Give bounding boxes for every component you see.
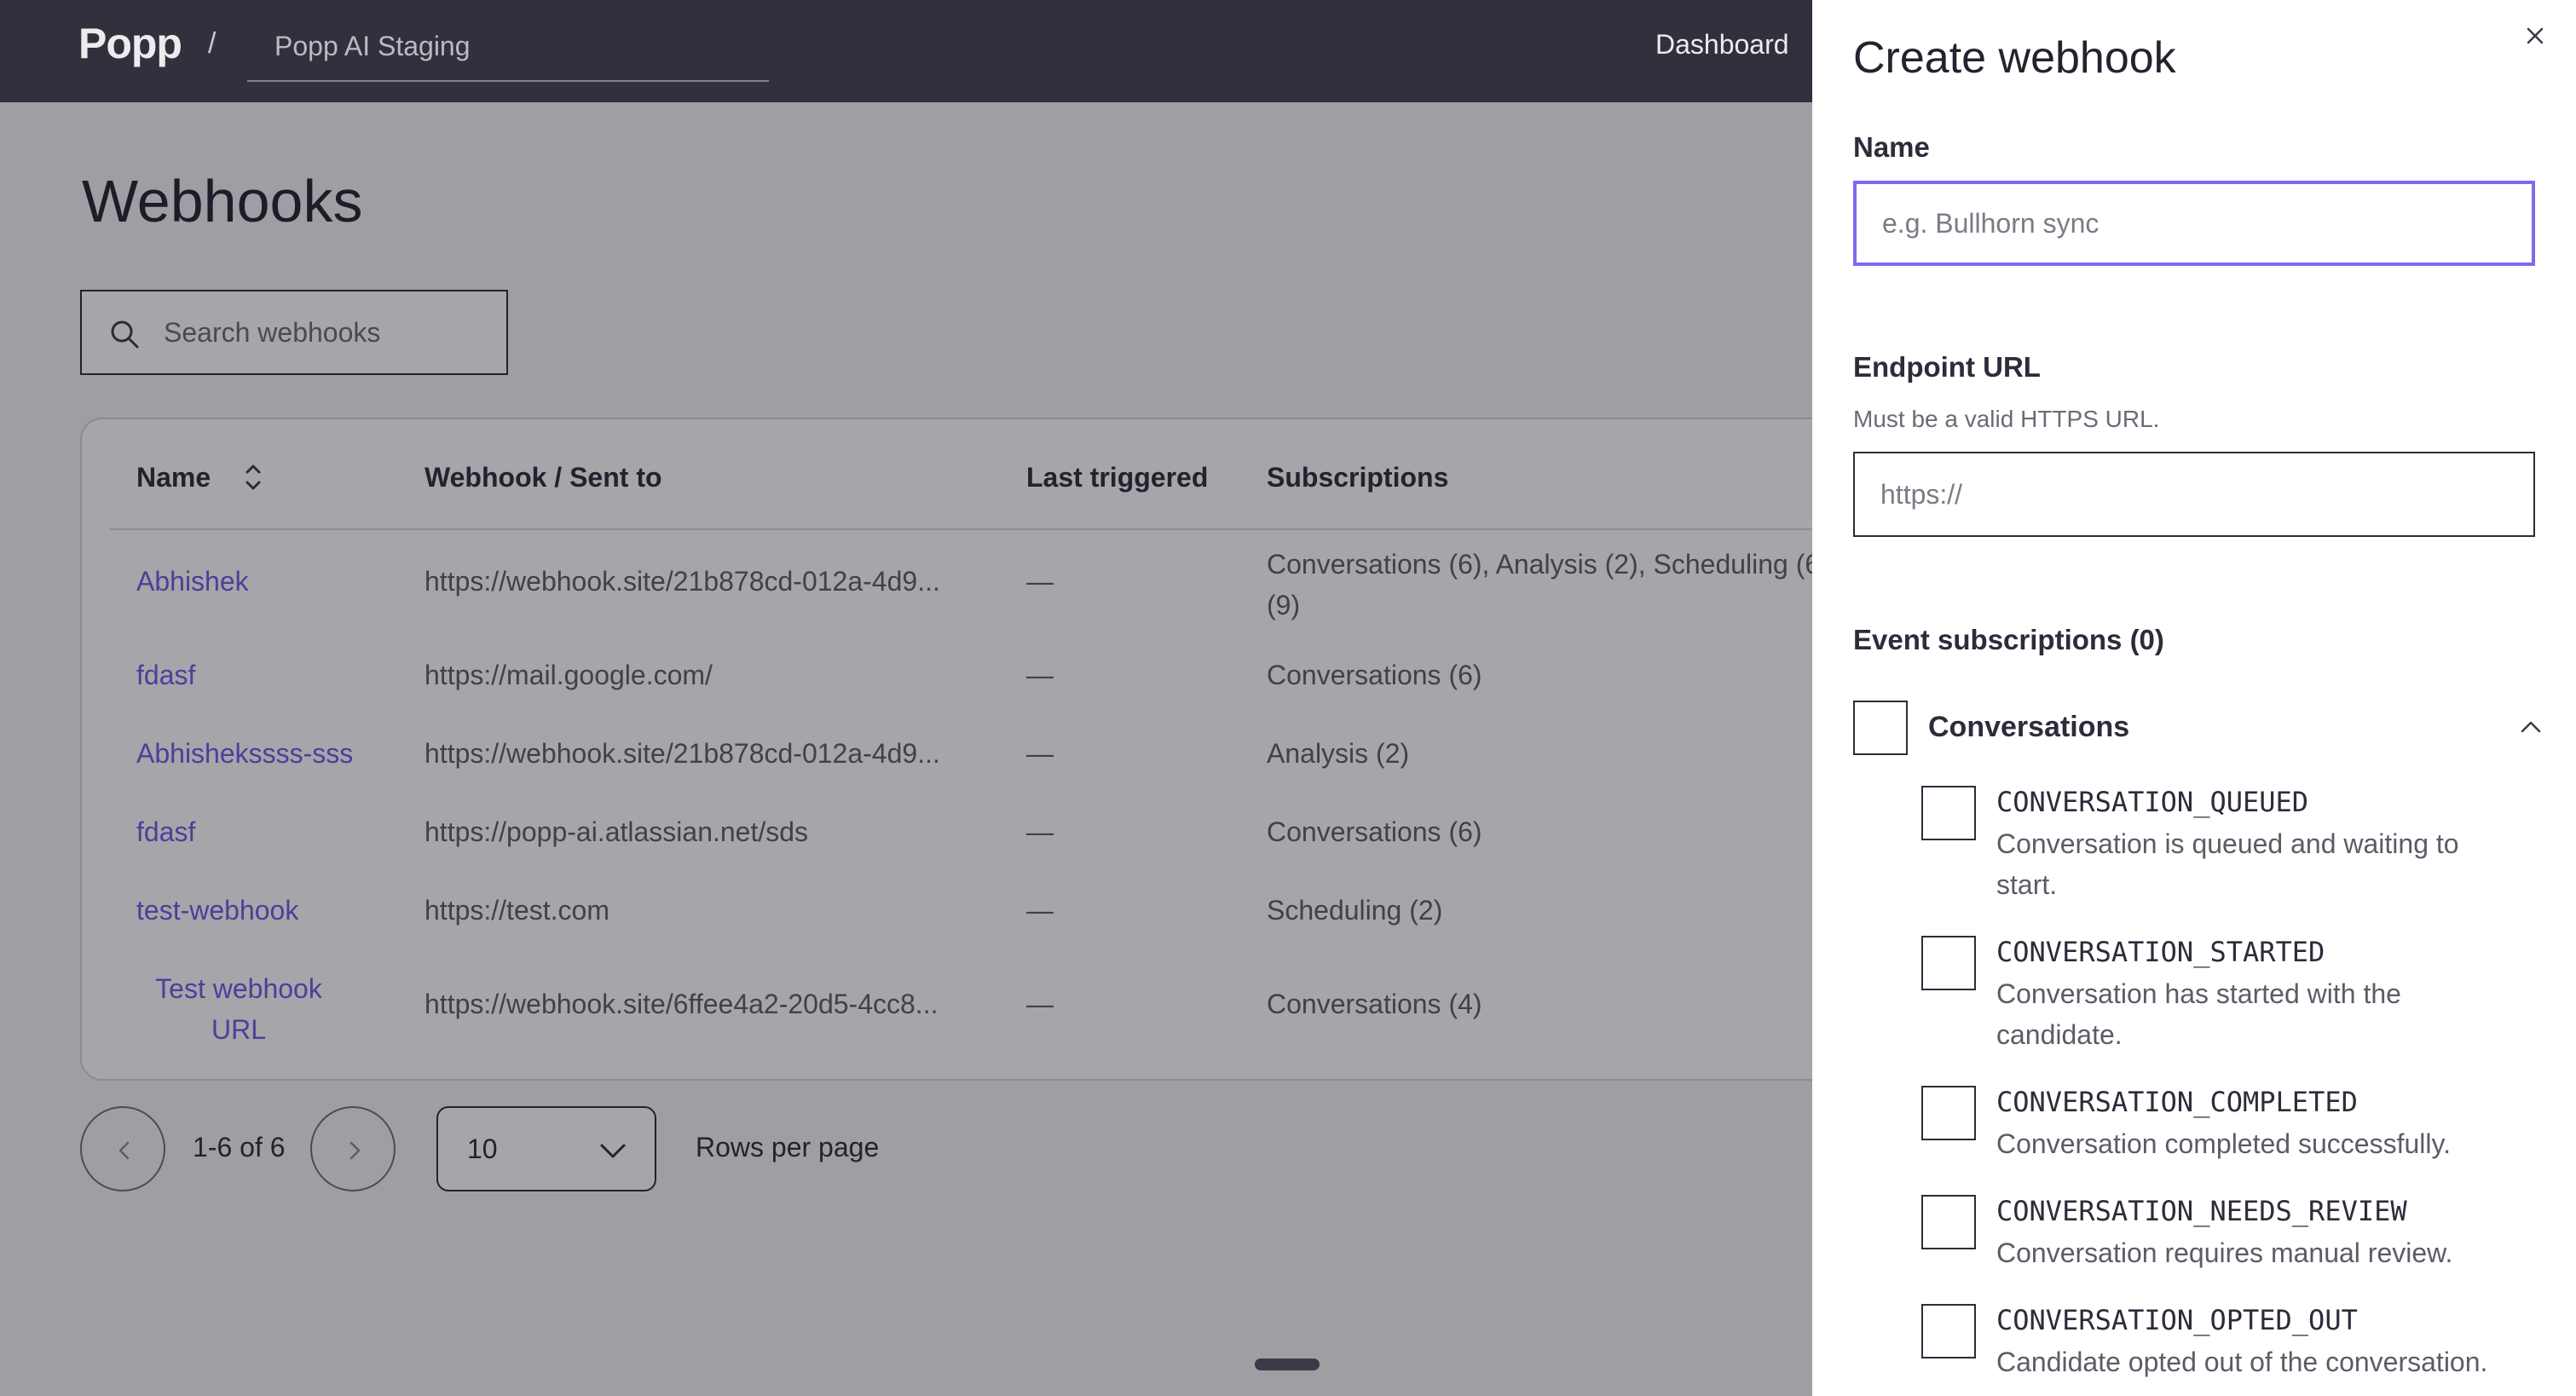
event-code: CONVERSATION_QUEUED: [1996, 786, 2309, 818]
event-code: CONVERSATION_STARTED: [1996, 936, 2325, 968]
event-description: Conversation is queued and waiting to st…: [1996, 828, 2459, 900]
webhooks-page: Popp / Popp AI Staging Dashboard Webhook…: [0, 0, 2576, 1396]
event-description: Conversation requires manual review.: [1996, 1237, 2453, 1268]
event-description: Candidate opted out of the conversation.: [1996, 1347, 2488, 1377]
event-description: Conversation has started with the candid…: [1996, 978, 2401, 1050]
event-code: CONVERSATION_COMPLETED: [1996, 1086, 2358, 1118]
endpoint-url-input[interactable]: [1853, 452, 2535, 537]
topbar-dim-overlay: [0, 0, 1812, 102]
conversations-group-checkbox[interactable]: [1853, 701, 1908, 755]
create-webhook-panel: Create webhook Name Endpoint URL Must be…: [1812, 0, 2576, 1396]
event-subscriptions-label: Event subscriptions (0): [1853, 624, 2164, 655]
modal-backdrop[interactable]: [0, 102, 1812, 1396]
event-code: CONVERSATION_OPTED_OUT: [1996, 1304, 2358, 1336]
event-checkbox[interactable]: [1921, 786, 1976, 840]
drag-handle[interactable]: [1255, 1359, 1320, 1370]
panel-title: Create webhook: [1853, 33, 2176, 83]
endpoint-url-help: Must be a valid HTTPS URL.: [1853, 406, 2160, 432]
event-checkbox[interactable]: [1921, 1304, 1976, 1359]
event-checkbox[interactable]: [1921, 1086, 1976, 1140]
event-checkbox[interactable]: [1921, 936, 1976, 990]
event-description: Conversation completed successfully.: [1996, 1128, 2451, 1159]
close-icon[interactable]: [2521, 22, 2549, 49]
event-checkbox[interactable]: [1921, 1195, 1976, 1249]
event-code: CONVERSATION_NEEDS_REVIEW: [1996, 1195, 2407, 1227]
name-label: Name: [1853, 131, 1930, 163]
chevron-up-icon[interactable]: [2518, 718, 2544, 736]
name-input[interactable]: [1853, 181, 2535, 266]
conversations-group-label[interactable]: Conversations: [1928, 711, 2129, 744]
endpoint-url-label: Endpoint URL: [1853, 351, 2041, 383]
